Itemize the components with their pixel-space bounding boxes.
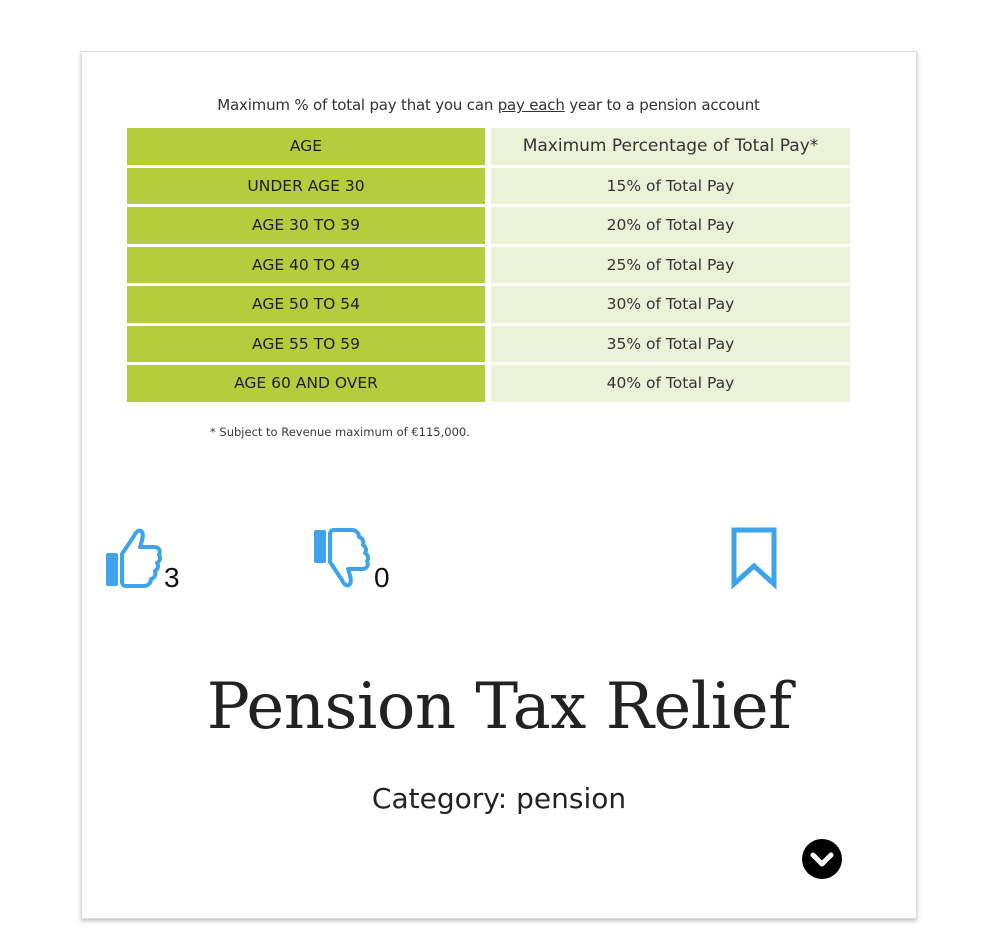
- row-percentage: 25% of Total Pay: [491, 246, 850, 286]
- bookmark-icon: [730, 527, 780, 594]
- caption-underlined: pay each: [497, 96, 565, 114]
- table-row: AGE 50 TO 54 30% of Total Pay: [127, 286, 850, 326]
- header-percentage: Maximum Percentage of Total Pay*: [491, 128, 850, 168]
- row-age: AGE 60 AND OVER: [127, 365, 485, 405]
- row-percentage: 15% of Total Pay: [491, 167, 850, 207]
- caption-pre: Maximum % of total pay that you can: [217, 96, 498, 114]
- row-percentage: 20% of Total Pay: [491, 207, 850, 247]
- thumbs-up-icon: [104, 526, 163, 594]
- chevron-down-icon: [802, 852, 842, 883]
- row-percentage: 30% of Total Pay: [491, 286, 850, 326]
- thumbs-down-icon: [312, 526, 372, 594]
- row-age: AGE 40 TO 49: [127, 246, 485, 286]
- dislike-button[interactable]: 0: [312, 526, 390, 594]
- caption-post: year to a pension account: [564, 96, 760, 114]
- table-row: AGE 55 TO 59 35% of Total Pay: [127, 325, 850, 365]
- post-category: Category: pension: [371, 782, 627, 815]
- table-row: UNDER AGE 30 15% of Total Pay: [127, 167, 850, 207]
- table-row: AGE 40 TO 49 25% of Total Pay: [127, 246, 850, 286]
- table-row: AGE 30 TO 39 20% of Total Pay: [127, 207, 850, 247]
- post-card: Maximum % of total pay that you can pay …: [81, 51, 917, 919]
- row-age: AGE 50 TO 54: [127, 286, 485, 326]
- table-footnote: * Subject to Revenue maximum of €115,000…: [210, 425, 470, 439]
- row-percentage: 35% of Total Pay: [491, 325, 850, 365]
- header-age: AGE: [127, 128, 485, 168]
- table-row: AGE 60 AND OVER 40% of Total Pay: [127, 365, 850, 405]
- post-title: Pension Tax Relief: [206, 670, 792, 744]
- table-caption: Maximum % of total pay that you can pay …: [127, 96, 850, 114]
- row-percentage: 40% of Total Pay: [491, 365, 850, 405]
- bookmark-button[interactable]: [730, 526, 780, 594]
- dislike-count: 0: [374, 562, 390, 593]
- row-age: AGE 55 TO 59: [127, 325, 485, 365]
- like-count: 3: [164, 562, 180, 593]
- pension-table-image: Maximum % of total pay that you can pay …: [127, 92, 850, 452]
- row-age: AGE 30 TO 39: [127, 207, 485, 247]
- like-button[interactable]: 3: [104, 526, 180, 594]
- pension-table: AGE Maximum Percentage of Total Pay* UND…: [127, 128, 850, 405]
- table-header-row: AGE Maximum Percentage of Total Pay*: [127, 128, 850, 168]
- row-age: UNDER AGE 30: [127, 167, 485, 207]
- expand-button[interactable]: [802, 839, 842, 879]
